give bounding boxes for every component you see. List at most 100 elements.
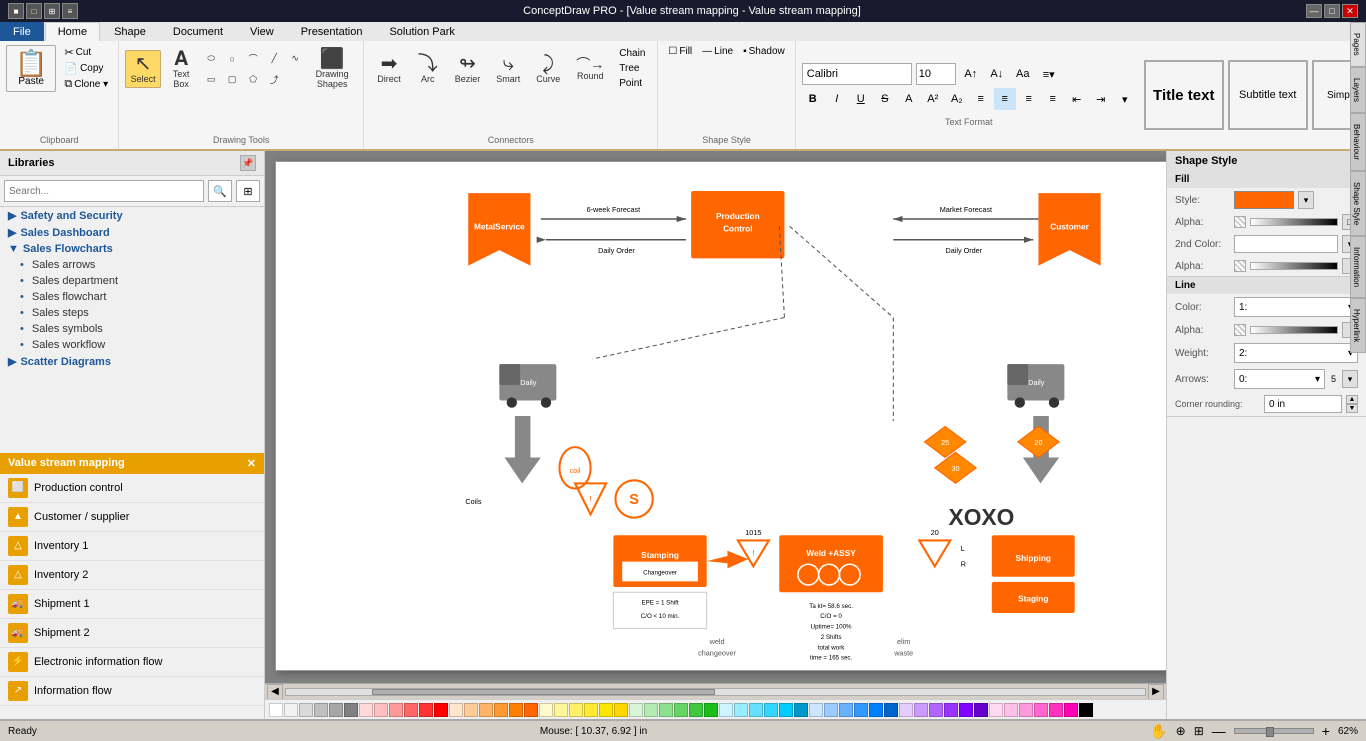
textbox-button[interactable]: 𝐀 Text Box (163, 45, 199, 93)
color-cell[interactable] (884, 703, 898, 717)
color-cell[interactable] (569, 703, 583, 717)
corner-down-button[interactable]: ▼ (1346, 404, 1358, 413)
zoom-in-button[interactable]: + (1322, 723, 1330, 739)
color-cell[interactable] (584, 703, 598, 717)
library-item-shipment-2[interactable]: 🚚 Shipment 2 (0, 619, 264, 648)
grid-view-button[interactable]: ⊞ (236, 180, 260, 202)
corner-value-input[interactable]: 0 in (1264, 395, 1342, 413)
color-cell[interactable] (944, 703, 958, 717)
color-cell[interactable] (524, 703, 538, 717)
fill-alpha-slider[interactable] (1250, 218, 1338, 226)
tab-file[interactable]: File (0, 22, 44, 41)
bold-button[interactable]: B (802, 88, 824, 110)
canvas-scroll[interactable]: MetalService Production Control Customer… (265, 151, 1166, 683)
pin-button[interactable]: 📌 (240, 155, 256, 171)
maximize-button[interactable]: □ (1324, 4, 1340, 18)
sidebar-item-sales-steps[interactable]: Sales steps (0, 305, 264, 321)
fill-button[interactable]: ☐Fill (664, 45, 696, 58)
color-cell[interactable] (794, 703, 808, 717)
tab-shape[interactable]: Shape (101, 22, 159, 41)
second-color-box[interactable] (1234, 235, 1338, 253)
indent-right-button[interactable]: ⇥ (1090, 88, 1112, 110)
zoom-fit-icon[interactable]: ⊕ (1176, 724, 1186, 738)
color-cell[interactable] (269, 703, 283, 717)
zoom-out-button[interactable]: — (1212, 723, 1226, 739)
color-cell[interactable] (989, 703, 1003, 717)
line-alpha-slider[interactable] (1250, 326, 1338, 334)
library-item-electronic-info[interactable]: ⚡ Electronic information flow (0, 648, 264, 677)
sidebar-item-sales-flowchart[interactable]: Sales flowchart (0, 289, 264, 305)
color-cell[interactable] (1034, 703, 1048, 717)
fill-dropdown-button[interactable]: ▾ (1298, 191, 1314, 209)
hyperlink-tab[interactable]: Hyperlink (1350, 298, 1366, 353)
poly-tool[interactable]: ⬠ (243, 70, 263, 89)
line-tool[interactable]: ╱ (264, 49, 284, 68)
color-cell[interactable] (1019, 703, 1033, 717)
font-name-input[interactable] (802, 63, 912, 85)
spiro-tool[interactable]: ⤴ (264, 70, 284, 89)
round-button[interactable]: ⌒→ Round (569, 53, 611, 85)
fill-section-title[interactable]: Fill (1167, 171, 1366, 188)
smart-button[interactable]: ⤷ Smart (489, 50, 527, 88)
bezier-button[interactable]: ↬ Bezier (448, 50, 488, 88)
cut-button[interactable]: ✂ Cut (60, 45, 112, 60)
curve-draw-tool[interactable]: ∿ (285, 49, 305, 68)
color-cell[interactable] (974, 703, 988, 717)
color-cell[interactable] (449, 703, 463, 717)
color-cell[interactable] (1049, 703, 1063, 717)
chain-button[interactable]: Chain (615, 47, 649, 60)
ellipse-tool[interactable]: ⬭ (201, 49, 221, 68)
window-controls[interactable]: — □ ✕ (1306, 4, 1358, 18)
color-cell[interactable] (869, 703, 883, 717)
line-section-title[interactable]: Line (1167, 277, 1366, 294)
align-right-button[interactable]: ≡ (1018, 88, 1040, 110)
line-button[interactable]: —Line (698, 45, 737, 58)
color-cell[interactable] (374, 703, 388, 717)
color-cell[interactable] (674, 703, 688, 717)
color-cell[interactable] (854, 703, 868, 717)
color-cell[interactable] (779, 703, 793, 717)
sidebar-item-sales-flowcharts[interactable]: ▼ Sales Flowcharts (0, 241, 264, 257)
color-cell[interactable] (479, 703, 493, 717)
behaviour-tab[interactable]: Behaviour (1350, 151, 1366, 171)
subtitle-text-style[interactable]: Subtitle text (1228, 60, 1308, 130)
library-item-info-flow[interactable]: ↗ Information flow (0, 677, 264, 706)
shape-style-panel-title[interactable]: Shape Style (1167, 151, 1366, 171)
color-cell[interactable] (719, 703, 733, 717)
color-cell[interactable] (419, 703, 433, 717)
h-scrollthumb[interactable] (372, 689, 716, 695)
text-more-button[interactable]: ▾ (1114, 88, 1136, 110)
color-cell[interactable] (464, 703, 478, 717)
weight-dropdown[interactable]: 2: ▾ (1234, 343, 1358, 363)
color-cell[interactable] (914, 703, 928, 717)
sidebar-item-sales-workflow[interactable]: Sales workflow (0, 337, 264, 353)
font-grow-button[interactable]: A↑ (960, 63, 982, 85)
color-cell[interactable] (659, 703, 673, 717)
color-cell[interactable] (824, 703, 838, 717)
paste-button[interactable]: 📋 Paste (6, 45, 56, 92)
scroll-right-button[interactable]: ▶ (1148, 684, 1164, 700)
color-cell[interactable] (929, 703, 943, 717)
drawing-shapes-button[interactable]: ⬛ Drawing Shapes (307, 45, 357, 93)
library-item-customer-supplier[interactable]: ▲ Customer / supplier (0, 503, 264, 532)
color-cell[interactable] (614, 703, 628, 717)
color-cell[interactable] (359, 703, 373, 717)
italic-button[interactable]: I (826, 88, 848, 110)
information-tab[interactable]: Information (1350, 236, 1366, 298)
tab-document[interactable]: Document (160, 22, 236, 41)
color-cell[interactable] (509, 703, 523, 717)
canvas[interactable]: MetalService Production Control Customer… (275, 161, 1166, 671)
color-cell[interactable] (314, 703, 328, 717)
color-cell[interactable] (494, 703, 508, 717)
color-cell[interactable] (404, 703, 418, 717)
color-cell[interactable] (764, 703, 778, 717)
color-cell[interactable] (839, 703, 853, 717)
sidebar-item-sales-dashboard[interactable]: ▶ Sales Dashboard (0, 224, 264, 241)
line-color-dropdown[interactable]: 1: ▾ (1234, 297, 1358, 317)
sidebar-item-sales-department[interactable]: Sales department (0, 273, 264, 289)
color-cell[interactable] (1004, 703, 1018, 717)
search-button[interactable]: 🔍 (208, 180, 232, 202)
sidebar-item-safety[interactable]: ▶ Safety and Security (0, 207, 264, 224)
circle-tool[interactable]: ○ (222, 49, 242, 68)
library-item-inventory-1[interactable]: △ Inventory 1 (0, 532, 264, 561)
